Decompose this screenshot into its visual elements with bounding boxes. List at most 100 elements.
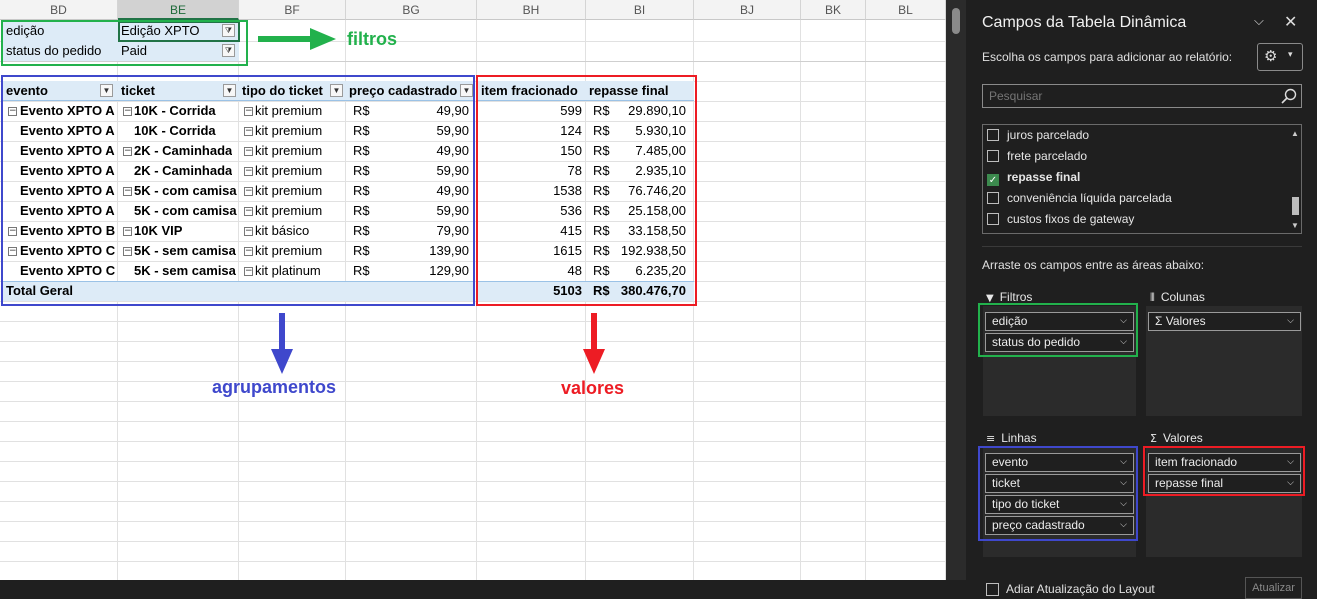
update-button[interactable]: Atualizar: [1245, 577, 1302, 599]
collapse-icon[interactable]: −: [244, 267, 253, 276]
field-item[interactable]: ✓ repasse final: [987, 167, 1080, 187]
chevron-down-icon[interactable]: ⌵: [1120, 313, 1127, 330]
column-header-bi[interactable]: BI: [586, 0, 694, 20]
field-checkbox[interactable]: [987, 150, 999, 162]
field-checkbox[interactable]: ✓: [987, 174, 999, 186]
area-field-linhas[interactable]: tipo do ticket ⌵: [985, 495, 1134, 514]
area-title-valores: Σ Valores: [1150, 431, 1203, 445]
vertical-scrollbar[interactable]: [946, 0, 966, 580]
chevron-down-icon[interactable]: ⌵: [1254, 14, 1264, 29]
area-valores-label: Valores: [1162, 431, 1203, 445]
filter-value-status[interactable]: Paid: [121, 41, 147, 61]
field-checkbox[interactable]: [987, 129, 999, 141]
collapse-icon[interactable]: −: [8, 247, 17, 256]
row-item: 536: [560, 203, 582, 218]
close-icon[interactable]: ✕: [1284, 12, 1297, 31]
collapse-icon[interactable]: −: [8, 227, 17, 236]
settings-button[interactable]: ⚙ ▾: [1257, 43, 1303, 71]
search-icon[interactable]: [1281, 88, 1297, 104]
dropdown-icon[interactable]: ▼: [330, 84, 343, 97]
field-label: custos fixos de gateway: [1007, 212, 1135, 226]
column-header-bl[interactable]: BL: [866, 0, 946, 20]
area-field-linhas[interactable]: preço cadastrado ⌵: [985, 516, 1134, 535]
chevron-down-icon[interactable]: ⌵: [1120, 454, 1127, 471]
collapse-icon[interactable]: −: [244, 207, 253, 216]
collapse-icon[interactable]: −: [123, 247, 132, 256]
row-tipo: kit premium: [255, 163, 323, 178]
row-ticket: 10K - Corrida: [134, 103, 216, 118]
collapse-icon[interactable]: −: [244, 127, 253, 136]
collapse-icon[interactable]: −: [123, 107, 132, 116]
annotation-filtros: filtros: [347, 29, 398, 49]
scroll-up-icon[interactable]: ▲: [1291, 129, 1299, 138]
spreadsheet-grid[interactable]: BD BE BF BG BH BI BJ BK BL edição Edição…: [0, 0, 946, 580]
scrollbar-thumb[interactable]: [1292, 197, 1299, 215]
dropdown-icon[interactable]: ▼: [223, 84, 236, 97]
field-list[interactable]: juros parcelado frete parcelado ✓ repasse f…: [982, 124, 1302, 234]
chevron-down-icon[interactable]: ⌵: [1120, 496, 1127, 513]
search-input[interactable]: [983, 85, 1263, 107]
field-checkbox[interactable]: [987, 213, 999, 225]
grid-line: [0, 61, 946, 62]
collapse-icon[interactable]: −: [244, 147, 253, 156]
dropdown-icon[interactable]: ▼: [100, 84, 113, 97]
field-item[interactable]: conveniência líquida parcelada: [987, 188, 1172, 208]
grid-line: [0, 461, 946, 462]
area-field-filtros[interactable]: status do pedido ⌵: [985, 333, 1134, 352]
search-box[interactable]: [982, 84, 1302, 108]
chevron-down-icon[interactable]: ⌵: [1120, 334, 1127, 351]
collapse-icon[interactable]: −: [244, 107, 253, 116]
column-header-bh[interactable]: BH: [477, 0, 586, 20]
collapse-icon[interactable]: −: [123, 227, 132, 236]
row-evento: Evento XPTO C: [20, 243, 116, 258]
area-field-valores[interactable]: repasse final ⌵: [1148, 474, 1301, 493]
row-preco: 129,90: [429, 263, 469, 278]
selected-cell: [118, 21, 240, 42]
row-currency: R$: [353, 243, 370, 258]
header-ticket: ticket: [121, 83, 155, 98]
header-evento: evento: [6, 83, 48, 98]
chevron-down-icon[interactable]: ⌵: [1120, 475, 1127, 492]
chevron-down-icon[interactable]: ⌵: [1287, 454, 1294, 471]
area-field-linhas[interactable]: ticket ⌵: [985, 474, 1134, 493]
column-header-bj[interactable]: BJ: [694, 0, 801, 20]
column-header-bf[interactable]: BF: [239, 0, 346, 20]
area-field-valores[interactable]: item fracionado ⌵: [1148, 453, 1301, 472]
scrollbar-thumb[interactable]: [952, 8, 960, 34]
row-item: 78: [567, 163, 582, 178]
field-item[interactable]: custos fixos de gateway: [987, 209, 1134, 229]
column-header-bg[interactable]: BG: [346, 0, 477, 20]
row-currency: R$: [593, 263, 610, 278]
column-header-bd[interactable]: BD: [0, 0, 118, 20]
field-item[interactable]: juros parcelado: [987, 125, 1089, 145]
chevron-down-icon[interactable]: ⌵: [1287, 313, 1294, 330]
collapse-icon[interactable]: −: [123, 187, 132, 196]
field-item[interactable]: [987, 230, 1007, 233]
scroll-down-icon[interactable]: ▼: [1291, 221, 1299, 230]
field-item[interactable]: frete parcelado: [987, 146, 1087, 166]
chevron-down-icon[interactable]: ⌵: [1120, 517, 1127, 534]
collapse-icon[interactable]: −: [8, 107, 17, 116]
green-arrow-icon: [258, 28, 336, 50]
row-currency: R$: [593, 223, 610, 238]
field-list-scrollbar[interactable]: ▲ ▼: [1289, 125, 1301, 233]
area-field-filtros[interactable]: edição ⌵: [985, 312, 1134, 331]
field-checkbox[interactable]: [987, 192, 999, 204]
column-header-be[interactable]: BE: [118, 0, 239, 20]
filter-funnel-icon[interactable]: ⧩: [222, 44, 235, 57]
row-currency: R$: [353, 183, 370, 198]
collapse-icon[interactable]: −: [244, 187, 253, 196]
collapse-icon[interactable]: −: [244, 167, 253, 176]
filter-funnel-icon: ▼: [986, 293, 994, 304]
area-field-colunas[interactable]: Σ Valores ⌵: [1148, 312, 1301, 331]
area-field-linhas[interactable]: evento ⌵: [985, 453, 1134, 472]
collapse-icon[interactable]: −: [123, 147, 132, 156]
dropdown-icon[interactable]: ▼: [460, 84, 473, 97]
defer-checkbox[interactable]: [986, 583, 999, 596]
red-arrow-icon: [583, 313, 605, 374]
collapse-icon[interactable]: −: [244, 227, 253, 236]
column-header-bk[interactable]: BK: [801, 0, 866, 20]
collapse-icon[interactable]: −: [244, 247, 253, 256]
chevron-down-icon[interactable]: ⌵: [1287, 475, 1294, 492]
row-evento: Evento XPTO B: [20, 223, 116, 238]
